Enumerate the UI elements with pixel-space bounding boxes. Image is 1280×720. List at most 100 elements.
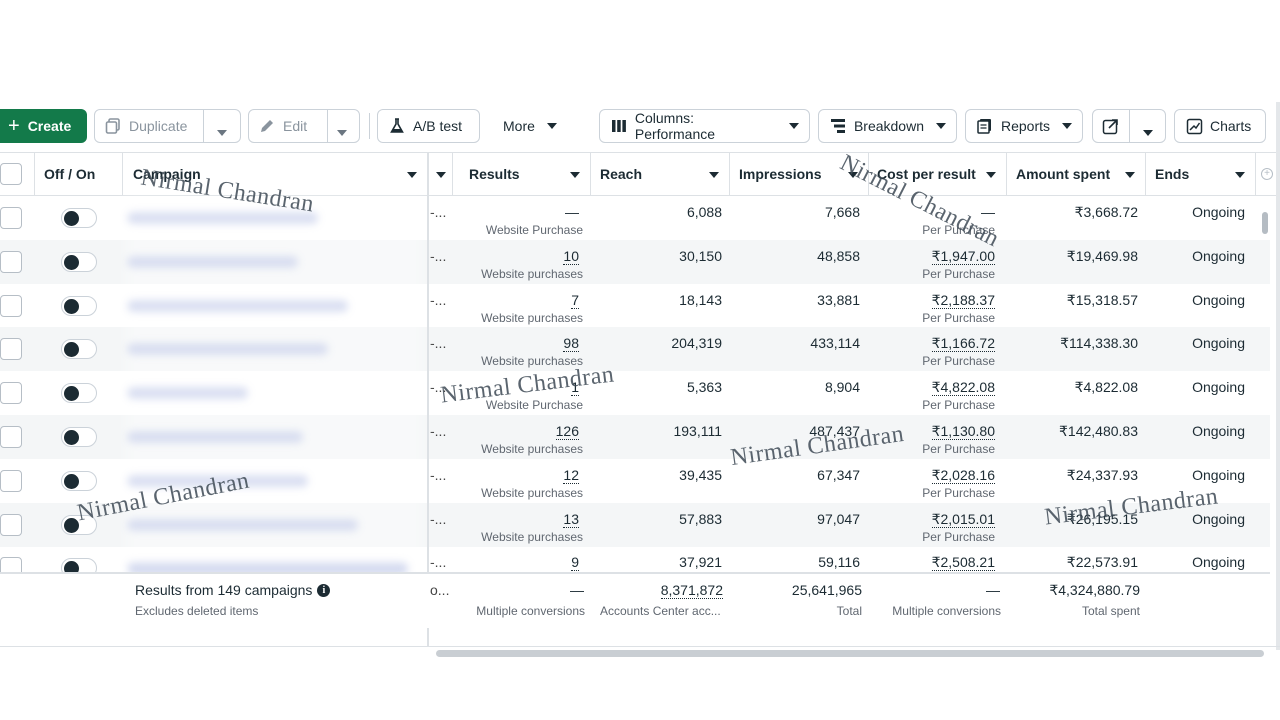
- table-footer-summary: Results from 149 campaigns i Excludes de…: [0, 572, 1270, 628]
- ends-cell: Ongoing: [1192, 335, 1245, 352]
- more-button[interactable]: More: [503, 109, 557, 143]
- results-cell[interactable]: 12: [470, 466, 579, 484]
- impressions-cell: 7,668: [824, 204, 860, 220]
- duplicate-button[interactable]: Duplicate: [105, 110, 187, 142]
- row-checkbox[interactable]: [0, 338, 22, 361]
- row-checkbox[interactable]: [0, 382, 22, 405]
- column-header-results[interactable]: Results: [469, 153, 590, 195]
- reports-button[interactable]: Reports: [965, 109, 1083, 143]
- summary-reach[interactable]: 8,371,872: [600, 582, 723, 599]
- caret-down-icon: [407, 172, 417, 178]
- ab-test-button[interactable]: A/B test: [377, 109, 480, 143]
- column-header-off-on[interactable]: Off / On: [44, 153, 122, 195]
- amount-spent-cell: ₹3,668.72: [1074, 204, 1138, 220]
- reach-cell: 39,435: [679, 466, 722, 483]
- more-label: More: [503, 118, 535, 134]
- breakdown-label: Breakdown: [853, 118, 924, 134]
- edit-dropdown[interactable]: [337, 123, 347, 141]
- cost-cell[interactable]: ₹1,166.72: [877, 335, 995, 353]
- summary-delivery: o...: [430, 582, 450, 598]
- cost-sub: Per Purchase: [922, 529, 995, 544]
- cost-cell[interactable]: ₹2,028.16: [877, 466, 995, 484]
- row-checkbox[interactable]: [0, 426, 22, 448]
- reach-cell: 5,363: [686, 379, 722, 396]
- results-cell[interactable]: 10: [470, 247, 579, 265]
- charts-label: Charts: [1210, 118, 1252, 134]
- campaign-toggle[interactable]: [61, 208, 97, 228]
- vertical-scrollbar[interactable]: [1262, 212, 1268, 234]
- campaign-names-obscured: [124, 196, 426, 571]
- cost-cell[interactable]: ₹1,947.00: [877, 247, 995, 265]
- row-checkbox[interactable]: [0, 294, 22, 317]
- results-cell[interactable]: 9: [470, 554, 579, 572]
- summary-subtitle: Excludes deleted items: [135, 604, 259, 618]
- campaign-toggle[interactable]: [61, 427, 97, 447]
- results-cell[interactable]: —: [470, 204, 579, 220]
- caret-down-icon: [709, 172, 719, 178]
- right-edge: [1276, 102, 1280, 650]
- create-label: Create: [27, 118, 72, 134]
- summary-spent: ₹4,324,880.79: [1049, 582, 1140, 598]
- columns-button[interactable]: Columns: Performance: [599, 109, 810, 143]
- cost-cell[interactable]: ₹4,822.08: [877, 379, 995, 397]
- add-column-icon[interactable]: +: [1261, 168, 1273, 180]
- breakdown-button[interactable]: Breakdown: [818, 109, 957, 143]
- caret-down-icon: [1235, 172, 1245, 178]
- caret-down-icon: [570, 172, 580, 178]
- summary-cost-sub: Multiple conversions: [892, 604, 1001, 618]
- export-split-button: [1092, 109, 1166, 143]
- reports-icon: [976, 117, 994, 135]
- row-checkbox[interactable]: [0, 250, 22, 273]
- column-header-reach[interactable]: Reach: [600, 153, 729, 195]
- caret-down-icon: [936, 123, 946, 129]
- results-cell[interactable]: 13: [470, 510, 579, 528]
- cost-cell[interactable]: ₹2,015.01: [877, 510, 995, 528]
- create-button[interactable]: + Create: [0, 109, 87, 143]
- select-all-checkbox[interactable]: [0, 163, 22, 185]
- edit-button[interactable]: Edit: [259, 110, 307, 142]
- toggle-knob: [64, 254, 79, 270]
- campaign-toggle[interactable]: [61, 470, 97, 491]
- info-icon[interactable]: i: [317, 583, 331, 597]
- caret-down-icon: [337, 130, 347, 136]
- amount-spent-cell: ₹114,338.30: [1060, 335, 1138, 352]
- amount-spent-cell: ₹142,480.83: [1059, 423, 1138, 439]
- caret-down-icon: [217, 130, 227, 136]
- summary-cost: —: [986, 582, 1000, 598]
- toggle-knob: [64, 211, 79, 226]
- impressions-cell: 433,114: [810, 335, 860, 352]
- horizontal-scrollbar[interactable]: [436, 650, 1264, 657]
- column-header-amount-spent[interactable]: Amount spent: [1016, 153, 1145, 195]
- results-cell[interactable]: 7: [470, 291, 579, 309]
- campaign-toggle[interactable]: [61, 383, 97, 404]
- export-dropdown[interactable]: [1143, 123, 1153, 141]
- results-cell[interactable]: 98: [470, 335, 579, 353]
- duplicate-dropdown[interactable]: [217, 123, 227, 141]
- row-checkbox[interactable]: [0, 469, 22, 492]
- campaign-toggle[interactable]: [61, 251, 97, 272]
- export-icon[interactable]: [1102, 118, 1119, 140]
- delivery-cell: -...: [430, 466, 447, 483]
- summary-impressions-sub: Total: [836, 604, 862, 618]
- results-sub: Website purchases: [481, 485, 583, 500]
- results-cell[interactable]: 126: [470, 423, 579, 440]
- cost-cell[interactable]: ₹2,508.21: [877, 554, 995, 572]
- campaign-toggle[interactable]: [61, 339, 97, 360]
- column-header-delivery[interactable]: [429, 153, 452, 195]
- row-checkbox[interactable]: [0, 513, 22, 536]
- results-sub: Website purchases: [481, 529, 583, 544]
- charts-button[interactable]: Charts: [1174, 109, 1266, 143]
- row-checkbox[interactable]: [0, 207, 22, 229]
- amount-spent-cell: ₹4,822.08: [1074, 379, 1138, 396]
- ends-cell: Ongoing: [1192, 466, 1245, 483]
- cost-cell[interactable]: ₹2,188.37: [877, 291, 995, 309]
- caret-down-icon: [1143, 130, 1153, 136]
- plus-icon: +: [8, 115, 20, 137]
- pencil-icon: [259, 118, 275, 134]
- reach-cell: 57,883: [679, 510, 722, 527]
- toggle-knob: [64, 473, 79, 489]
- reports-label: Reports: [1000, 118, 1050, 134]
- campaign-toggle[interactable]: [61, 295, 97, 316]
- column-header-ends[interactable]: Ends: [1155, 153, 1255, 195]
- duplicate-split-button: Duplicate: [94, 109, 241, 143]
